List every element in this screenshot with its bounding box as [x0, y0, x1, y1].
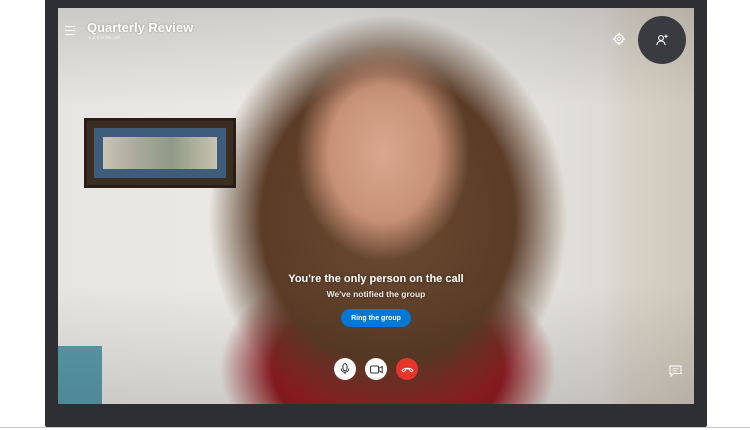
notification-message: We've notified the group: [326, 289, 426, 299]
call-status-message: You're the only person on the call: [288, 273, 464, 285]
microphone-icon: [340, 363, 350, 375]
add-person-icon: [656, 34, 668, 46]
video-toggle-button[interactable]: [365, 358, 387, 380]
mute-button[interactable]: [334, 358, 356, 380]
hang-up-button[interactable]: [396, 358, 418, 380]
chat-icon: [669, 365, 682, 378]
participant-count: 1 of 9 in the call: [88, 35, 120, 40]
video-camera-icon: [369, 365, 383, 373]
call-title: Quarterly Review: [87, 20, 194, 35]
hang-up-icon: [400, 367, 414, 372]
device-frame: Quarterly Review 1 of 9 in the call You'…: [45, 0, 707, 427]
device-base: [0, 427, 750, 428]
ring-group-button[interactable]: Ring the group: [341, 309, 411, 327]
add-participant-button[interactable]: [638, 16, 686, 64]
gear-icon[interactable]: [612, 32, 626, 46]
chat-button[interactable]: [669, 364, 682, 378]
hamburger-menu-icon[interactable]: [65, 26, 75, 35]
video-call-screen: Quarterly Review 1 of 9 in the call You'…: [58, 8, 694, 404]
